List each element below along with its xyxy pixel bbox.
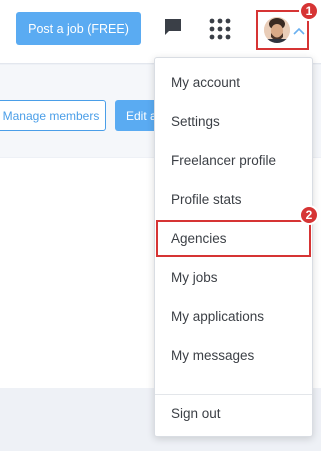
- chevron-up-icon: [293, 27, 305, 35]
- menu-item-profile-stats[interactable]: Profile stats: [155, 180, 312, 219]
- avatar: [264, 17, 290, 43]
- menu-item-settings[interactable]: Settings: [155, 102, 312, 141]
- step-badge-2: 2: [299, 205, 319, 225]
- post-job-button[interactable]: Post a job (FREE): [16, 12, 141, 45]
- menu-item-my-applications[interactable]: My applications: [155, 297, 312, 336]
- menu-item-freelancer-profile[interactable]: Freelancer profile: [155, 141, 312, 180]
- menu-item-my-jobs[interactable]: My jobs: [155, 258, 312, 297]
- menu-item-agencies[interactable]: Agencies: [156, 220, 311, 257]
- step-badge-1: 1: [299, 1, 319, 21]
- top-navbar: Post a job (FREE): [0, 0, 321, 64]
- chat-icon[interactable]: [163, 17, 183, 37]
- menu-item-my-account[interactable]: My account: [155, 63, 312, 102]
- apps-grid-icon[interactable]: [209, 18, 231, 40]
- menu-item-my-messages[interactable]: My messages: [155, 336, 312, 375]
- manage-members-button[interactable]: Manage members: [0, 100, 106, 131]
- menu-item-sign-out[interactable]: Sign out: [155, 394, 312, 433]
- account-dropdown-menu: My account Settings Freelancer profile P…: [154, 57, 313, 437]
